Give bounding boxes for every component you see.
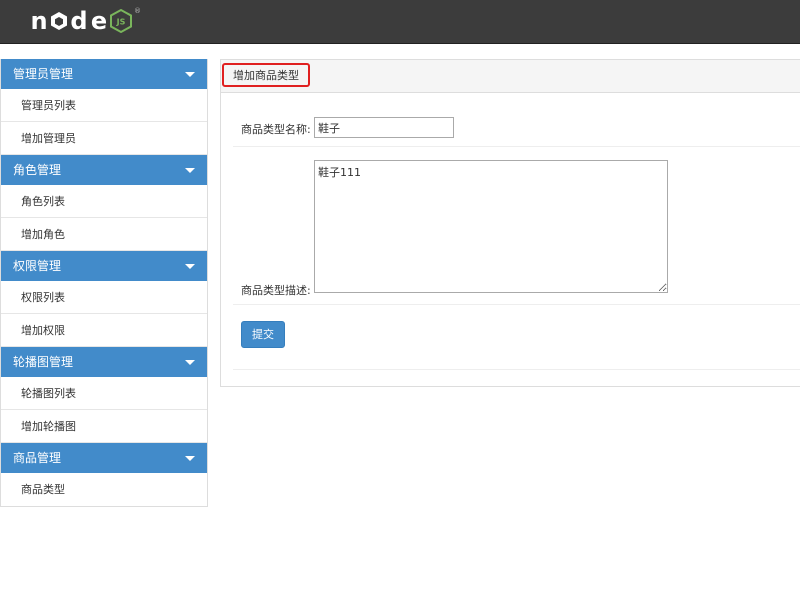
caret-down-icon — [185, 72, 195, 77]
page-title: 增加商品类型 — [222, 63, 310, 87]
sidebar-item-carousel-list[interactable]: 轮播图列表 — [1, 377, 207, 410]
panel-header: 增加商品类型 — [221, 60, 800, 93]
caret-down-icon — [185, 168, 195, 173]
sidebar-item-goods-type[interactable]: 商品类型 — [1, 473, 207, 506]
sidebar-item-add-admin[interactable]: 增加管理员 — [1, 122, 207, 155]
submit-button[interactable]: 提交 — [241, 321, 285, 348]
sidebar-nav: 管理员管理 管理员列表 增加管理员 角色管理 角色列表 增加角色 权限管理 权限… — [0, 59, 208, 507]
sidebar-group-label: 角色管理 — [13, 163, 62, 177]
form-row-description: 商品类型描述: 鞋子111 — [233, 147, 800, 305]
caret-down-icon — [185, 456, 195, 461]
sidebar-group-role[interactable]: 角色管理 — [1, 155, 207, 185]
js-badge-text: JS — [116, 18, 126, 27]
sidebar-group-goods[interactable]: 商品管理 — [1, 443, 207, 473]
nodejs-logo[interactable]: n d e JS ® — [30, 5, 141, 37]
form-row-name: 商品类型名称: — [233, 93, 800, 147]
goods-type-description-textarea[interactable]: 鞋子111 — [314, 160, 668, 293]
sidebar-group-permission[interactable]: 权限管理 — [1, 251, 207, 281]
caret-down-icon — [185, 264, 195, 269]
top-header-bar: n d e JS ® — [0, 0, 800, 44]
form-row-submit: 提交 — [233, 305, 800, 370]
sidebar-item-admin-list[interactable]: 管理员列表 — [1, 89, 207, 122]
sidebar-item-add-role[interactable]: 增加角色 — [1, 218, 207, 251]
goods-type-description-label: 商品类型描述: — [241, 284, 311, 297]
sidebar-item-add-carousel[interactable]: 增加轮播图 — [1, 410, 207, 443]
sidebar-item-permission-list[interactable]: 权限列表 — [1, 281, 207, 314]
logo-letter-e: e — [90, 7, 108, 35]
goods-type-name-label: 商品类型名称: — [241, 123, 311, 136]
caret-down-icon — [185, 360, 195, 365]
registered-mark: ® — [134, 7, 141, 15]
logo-letter-d: d — [70, 7, 88, 35]
logo-letter-n: n — [30, 7, 48, 35]
main-form-panel: 增加商品类型 商品类型名称: 商品类型描述: 鞋子111 提交 — [220, 59, 800, 387]
logo-hexagon-o-icon — [51, 12, 67, 30]
sidebar-item-role-list[interactable]: 角色列表 — [1, 185, 207, 218]
sidebar-group-label: 管理员管理 — [13, 67, 74, 81]
sidebar-group-carousel[interactable]: 轮播图管理 — [1, 347, 207, 377]
sidebar-group-label: 商品管理 — [13, 451, 62, 465]
sidebar-group-admin[interactable]: 管理员管理 — [1, 59, 207, 89]
goods-type-name-input[interactable] — [314, 117, 454, 138]
sidebar-group-label: 权限管理 — [13, 259, 62, 273]
sidebar-item-add-permission[interactable]: 增加权限 — [1, 314, 207, 347]
logo-letter-o — [50, 11, 68, 31]
js-hexagon-badge-icon: JS — [110, 9, 132, 33]
sidebar-group-label: 轮播图管理 — [13, 355, 74, 369]
